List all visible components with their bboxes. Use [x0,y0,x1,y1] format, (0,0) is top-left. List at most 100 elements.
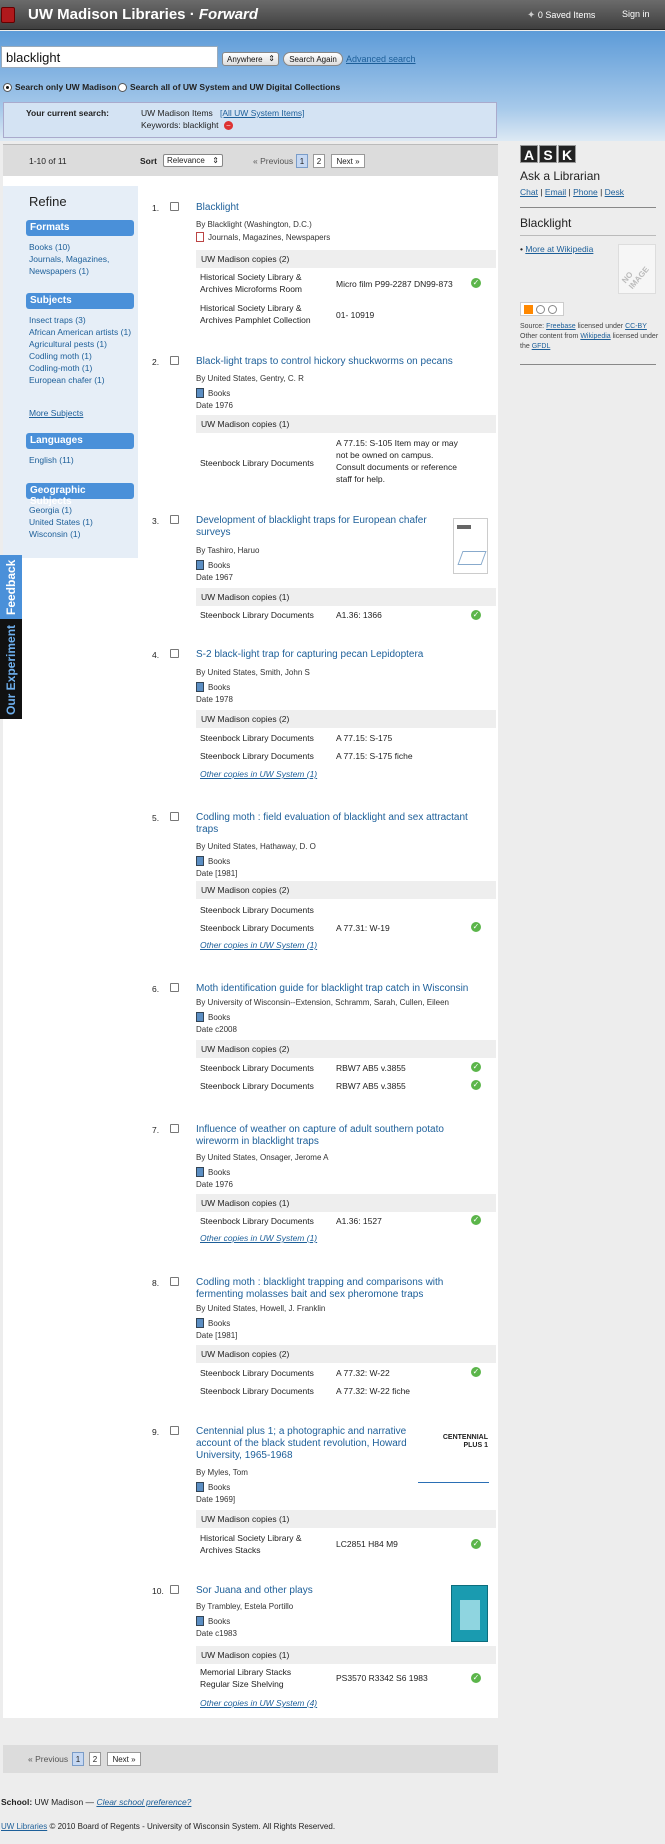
geo-item[interactable]: Wisconsin (1) [29,529,80,539]
current-search-box: Your current search: UW Madison Items [A… [3,102,497,138]
by-icon [548,305,557,314]
copies-header: UW Madison copies (1) [196,588,496,606]
result-title[interactable]: Codling moth : blacklight trapping and c… [196,1277,486,1301]
result-title[interactable]: Influence of weather on capture of adult… [196,1124,486,1148]
result-title[interactable]: Blacklight [196,202,471,214]
advanced-search-link[interactable]: Advanced search [346,54,416,64]
format-books[interactable]: Books (10) [29,242,70,252]
copy-call-number: Micro film P99-2287 DN99-873 [336,279,453,289]
result-author: By Trambley, Estela Portillo [196,1602,294,1611]
subjects-heading: Subjects [26,293,134,309]
result-title[interactable]: Centennial plus 1; a photographic and na… [196,1426,416,1462]
remove-keyword-icon[interactable]: – [224,121,233,130]
format-journals[interactable]: Journals, Magazines, [29,254,109,264]
other-copies-link[interactable]: Other copies in UW System (1) [200,940,317,950]
radio-uw-madison[interactable] [3,83,12,92]
result-number: 2. [152,357,160,367]
result-title[interactable]: Sor Juana and other plays [196,1585,471,1597]
gfdl-link[interactable]: GFDL [532,343,551,350]
next-page-button[interactable]: Next » [107,1752,141,1766]
geo-item[interactable]: United States (1) [29,517,93,527]
result-title[interactable]: Black-light traps to control hickory shu… [196,356,486,368]
ask-letter: S [539,145,557,163]
cc-icon [536,305,545,314]
next-page-button[interactable]: Next » [331,154,365,168]
select-checkbox[interactable] [170,1426,179,1435]
current-search-label: Your current search: [26,108,109,118]
page-1-button[interactable]: 1 [296,154,308,168]
select-checkbox[interactable] [170,649,179,658]
uw-libraries-link[interactable]: UW Libraries [1,1822,47,1831]
select-checkbox[interactable] [170,356,179,365]
select-checkbox[interactable] [170,983,179,992]
our-experiment-tab[interactable]: Our Experiment [0,619,22,719]
page-1-button[interactable]: 1 [72,1752,84,1766]
prev-page-link[interactable]: « Previous [28,1754,68,1764]
copy-location: Steenbock Library Documents [200,1368,314,1378]
uw-logo-icon[interactable] [1,7,15,23]
source-prefix: Source: [520,323,545,330]
updown-icon: ⇕ [212,156,219,165]
result-author: By University of Wisconsin--Extension, S… [196,998,449,1007]
subject-item[interactable]: Codling-moth (1) [29,363,92,373]
select-checkbox[interactable] [170,1585,179,1594]
select-checkbox[interactable] [170,1124,179,1133]
copy-call-number: A 77.15: S-175 [336,733,393,743]
cover-thumbnail[interactable] [453,518,488,574]
page-2-button[interactable]: 2 [89,1752,101,1766]
book-icon [196,856,204,866]
radio-all-uw[interactable] [118,83,127,92]
subject-item[interactable]: Codling moth (1) [29,351,92,361]
freebase-link[interactable]: Freebase [546,323,576,330]
result-title[interactable]: Moth identification guide for blacklight… [196,983,486,995]
subject-item[interactable]: Agricultural pests (1) [29,339,107,349]
search-input[interactable]: blacklight [1,46,218,68]
result-format: Books [196,856,230,866]
divider [520,207,656,208]
prev-page-link[interactable]: « Previous [253,156,293,166]
result-date: Date 1967 [196,573,233,582]
result-format-label: Books [208,1168,231,1177]
sign-in-link[interactable]: Sign in [622,9,650,19]
result-date: Date [1981] [196,869,238,878]
other-copies-link[interactable]: Other copies in UW System (4) [200,1698,317,1708]
result-title[interactable]: Codling moth : field evaluation of black… [196,812,486,836]
search-again-button[interactable]: Search Again [283,52,343,66]
select-checkbox[interactable] [170,1277,179,1286]
subject-item[interactable]: European chafer (1) [29,375,105,385]
result-date: Date 1976 [196,401,233,410]
feedback-tab[interactable]: Feedback [0,555,22,619]
cover-thumbnail[interactable]: CENTENNIAL PLUS 1 [418,1428,489,1483]
desk-link[interactable]: Desk [605,187,624,197]
chat-link[interactable]: Chat [520,187,538,197]
subject-item[interactable]: African American artists (1) [29,327,131,337]
ask-logo[interactable]: ASK [520,145,660,163]
saved-items-link[interactable]: ✦ 0 Saved Items [527,10,595,21]
other-copies-link[interactable]: Other copies in UW System (1) [200,1233,317,1243]
result-title[interactable]: Development of blacklight traps for Euro… [196,515,441,539]
all-uw-system-link[interactable]: [All UW System Items] [220,108,305,118]
book-icon [196,1482,204,1492]
wikipedia-link[interactable]: Wikipedia [580,333,610,340]
sort-select[interactable]: Relevance ⇕ [163,154,223,167]
scope-select[interactable]: Anywhere ⇕ [222,52,279,66]
other-copies-link[interactable]: Other copies in UW System (1) [200,769,317,779]
result-title[interactable]: S-2 black-light trap for capturing pecan… [196,649,486,661]
email-link[interactable]: Email [545,187,566,197]
more-at-wikipedia-link[interactable]: More at Wikipedia [525,244,593,254]
experiment-label: Our Experiment [4,624,18,715]
format-journals-cont[interactable]: Newspapers (1) [29,266,89,276]
language-item[interactable]: English (11) [29,455,74,465]
site-brand[interactable]: UW Madison Libraries · Forward [28,6,258,23]
cc-by-link[interactable]: CC-BY [625,323,647,330]
more-subjects-link[interactable]: More Subjects [29,408,83,418]
select-checkbox[interactable] [170,812,179,821]
phone-link[interactable]: Phone [573,187,598,197]
select-checkbox[interactable] [170,202,179,211]
clear-school-link[interactable]: Clear school preference? [96,1797,191,1807]
select-checkbox[interactable] [170,515,179,524]
cover-thumbnail[interactable] [451,1585,488,1642]
page-2-button[interactable]: 2 [313,154,325,168]
subject-item[interactable]: Insect traps (3) [29,315,86,325]
geo-item[interactable]: Georgia (1) [29,505,72,515]
